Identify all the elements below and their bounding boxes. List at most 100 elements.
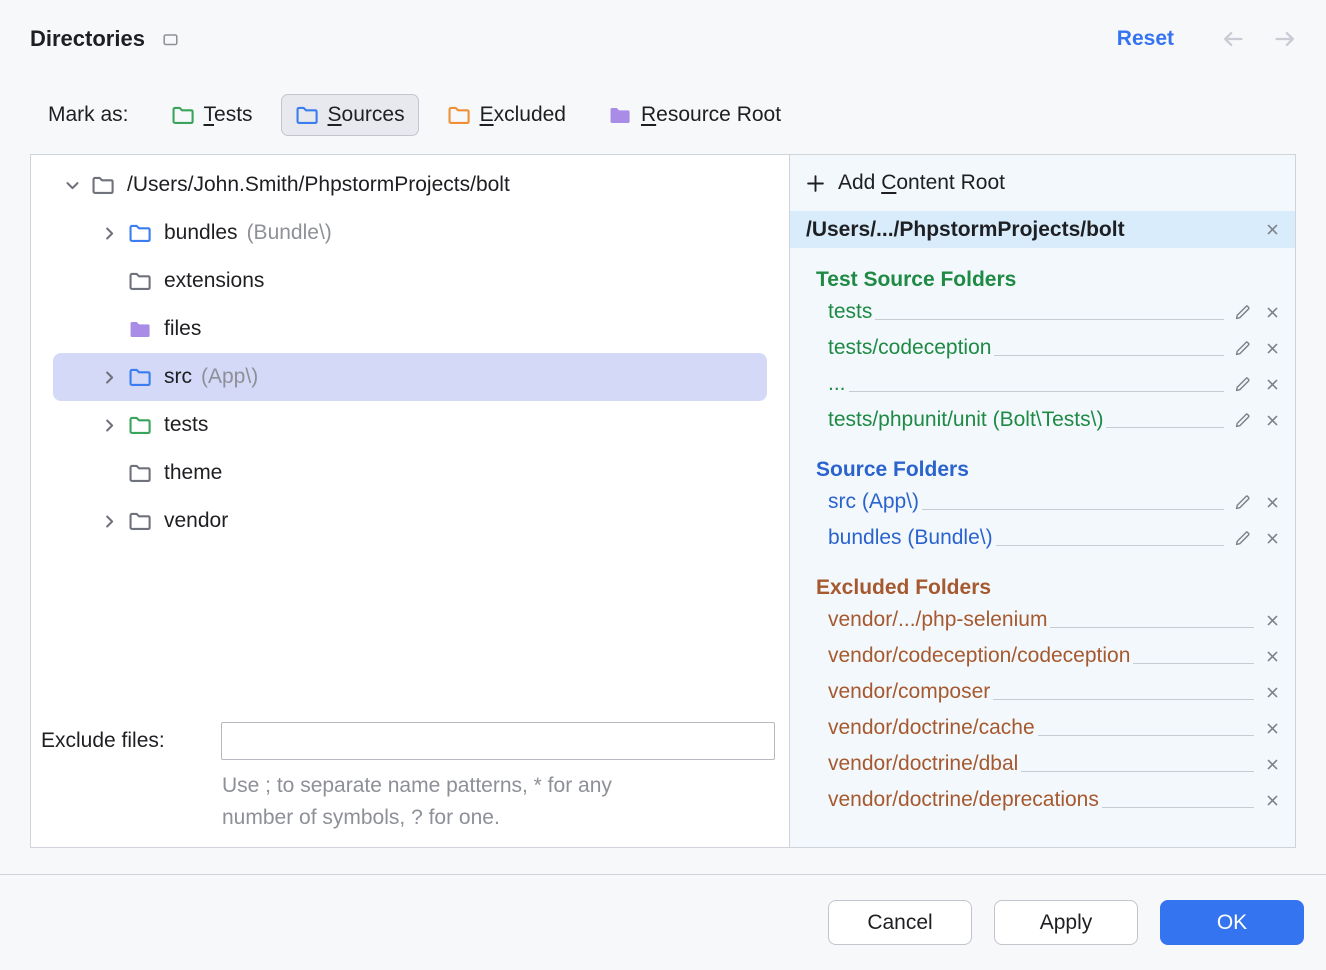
remove-icon[interactable] <box>1257 749 1287 779</box>
remove-content-root-icon[interactable] <box>1257 215 1287 245</box>
excluded-folder-item: vendor/doctrine/deprecations <box>816 782 1287 818</box>
remove-icon[interactable] <box>1257 487 1287 517</box>
excluded-folder-icon <box>447 103 471 127</box>
dialog-header: Directories Reset <box>0 0 1326 52</box>
mark-as-sources-button[interactable]: Sources <box>281 94 419 136</box>
mark-as-tests-label: Tests <box>204 103 253 127</box>
test-folder-icon <box>128 413 152 437</box>
folder-sections: Test Source Folders tests tests/codecept… <box>790 248 1295 847</box>
mark-as-toolbar: Mark as: Tests Sources Excluded Resource… <box>48 94 1326 136</box>
tree-item-label: /Users/John.Smith/PhpstormProjects/bolt <box>127 173 510 197</box>
folder-icon <box>128 269 152 293</box>
test-source-folder-item: tests/codeception <box>816 330 1287 366</box>
mark-as-resource-root-button[interactable]: Resource Root <box>594 94 795 136</box>
folder-item-label: vendor/doctrine/deprecations <box>828 788 1099 812</box>
chevron-down-icon[interactable] <box>53 176 91 195</box>
back-arrow-icon[interactable] <box>1220 26 1246 52</box>
folder-item-label: bundles (Bundle\) <box>828 526 993 550</box>
mark-as-sources-label: Sources <box>328 103 405 127</box>
folder-item-label: ... <box>828 372 846 396</box>
mark-as-excluded-label: Excluded <box>480 103 566 127</box>
exclude-files-input[interactable] <box>221 722 775 760</box>
source-folders-title: Source Folders <box>816 458 1287 482</box>
folder-item-label: tests/phpunit/unit (Bolt\Tests\) <box>828 408 1103 432</box>
tree-item-bundles[interactable]: bundles (Bundle\) <box>53 209 767 257</box>
remove-icon[interactable] <box>1257 297 1287 327</box>
excluded-folder-item: vendor/doctrine/cache <box>816 710 1287 746</box>
folder-item-label: src (App\) <box>828 490 919 514</box>
plus-icon <box>806 174 825 193</box>
edit-icon[interactable] <box>1227 369 1257 399</box>
tree-item-suffix: (App\) <box>201 365 258 389</box>
remove-icon[interactable] <box>1257 713 1287 743</box>
page-title: Directories <box>30 26 145 52</box>
tree-item-label: bundles <box>164 221 238 245</box>
remove-icon[interactable] <box>1257 405 1287 435</box>
test-source-folders-title: Test Source Folders <box>816 268 1287 292</box>
exclude-files-hint: Use ; to separate name patterns, * for a… <box>222 770 775 833</box>
excluded-folder-item: vendor/.../php-selenium <box>816 602 1287 638</box>
folder-item-label: vendor/codeception/codeception <box>828 644 1130 668</box>
project-tree: /Users/John.Smith/PhpstormProjects/bolt … <box>31 161 789 545</box>
tree-item-files[interactable]: files <box>53 305 767 353</box>
chevron-right-icon[interactable] <box>90 416 128 435</box>
tree-item-suffix: (Bundle\) <box>247 221 332 245</box>
edit-icon[interactable] <box>1227 523 1257 553</box>
tree-item-theme[interactable]: theme <box>53 449 767 497</box>
source-folder-icon <box>128 221 152 245</box>
apply-button[interactable]: Apply <box>994 900 1138 945</box>
add-content-root-button[interactable]: Add Content Root <box>790 155 1295 211</box>
mark-as-tests-button[interactable]: Tests <box>157 94 267 136</box>
content-root-path: /Users/.../PhpstormProjects/bolt <box>806 218 1125 242</box>
folder-item-label: vendor/composer <box>828 680 990 704</box>
edit-icon[interactable] <box>1227 333 1257 363</box>
sources-folder-icon <box>295 103 319 127</box>
remove-icon[interactable] <box>1257 641 1287 671</box>
chevron-right-icon[interactable] <box>90 512 128 531</box>
tree-item-tests[interactable]: tests <box>53 401 767 449</box>
tree-item-src[interactable]: src (App\) <box>53 353 767 401</box>
tree-item-root[interactable]: /Users/John.Smith/PhpstormProjects/bolt <box>53 161 767 209</box>
mark-as-resource-root-label: Resource Root <box>641 103 781 127</box>
remove-icon[interactable] <box>1257 333 1287 363</box>
remove-icon[interactable] <box>1257 785 1287 815</box>
edit-icon[interactable] <box>1227 405 1257 435</box>
tree-item-vendor[interactable]: vendor <box>53 497 767 545</box>
folder-icon <box>128 509 152 533</box>
test-source-folder-item: tests <box>816 294 1287 330</box>
folder-icon <box>91 173 115 197</box>
chevron-right-icon[interactable] <box>90 368 128 387</box>
tree-item-label: vendor <box>164 509 228 533</box>
project-tree-pane: /Users/John.Smith/PhpstormProjects/bolt … <box>31 155 789 847</box>
tree-item-extensions[interactable]: extensions <box>53 257 767 305</box>
edit-icon[interactable] <box>1227 297 1257 327</box>
excluded-folders-title: Excluded Folders <box>816 576 1287 600</box>
remove-icon[interactable] <box>1257 677 1287 707</box>
resource-root-folder-icon <box>128 317 152 341</box>
tests-folder-icon <box>171 103 195 127</box>
remove-icon[interactable] <box>1257 605 1287 635</box>
forward-arrow-icon[interactable] <box>1272 26 1298 52</box>
tree-item-label: files <box>164 317 201 341</box>
excluded-folder-item: vendor/doctrine/dbal <box>816 746 1287 782</box>
history-nav <box>1220 26 1298 52</box>
cancel-button[interactable]: Cancel <box>828 900 972 945</box>
exclude-files-label: Exclude files: <box>41 729 221 753</box>
excluded-folder-item: vendor/codeception/codeception <box>816 638 1287 674</box>
reset-button[interactable]: Reset <box>1117 27 1174 51</box>
add-content-root-label: Add Content Root <box>838 171 1005 195</box>
remove-icon[interactable] <box>1257 369 1287 399</box>
test-source-folder-item: tests/phpunit/unit (Bolt\Tests\) <box>816 402 1287 438</box>
source-folder-item: bundles (Bundle\) <box>816 520 1287 556</box>
source-folder-icon <box>128 365 152 389</box>
remove-icon[interactable] <box>1257 523 1287 553</box>
chevron-right-icon[interactable] <box>90 224 128 243</box>
folder-item-label: vendor/doctrine/dbal <box>828 752 1018 776</box>
edit-icon[interactable] <box>1227 487 1257 517</box>
ok-button[interactable]: OK <box>1160 900 1304 945</box>
content-root-header[interactable]: /Users/.../PhpstormProjects/bolt <box>790 211 1295 248</box>
tree-item-label: tests <box>164 413 208 437</box>
folder-item-label: vendor/doctrine/cache <box>828 716 1035 740</box>
mark-as-label: Mark as: <box>48 103 129 127</box>
mark-as-excluded-button[interactable]: Excluded <box>433 94 580 136</box>
